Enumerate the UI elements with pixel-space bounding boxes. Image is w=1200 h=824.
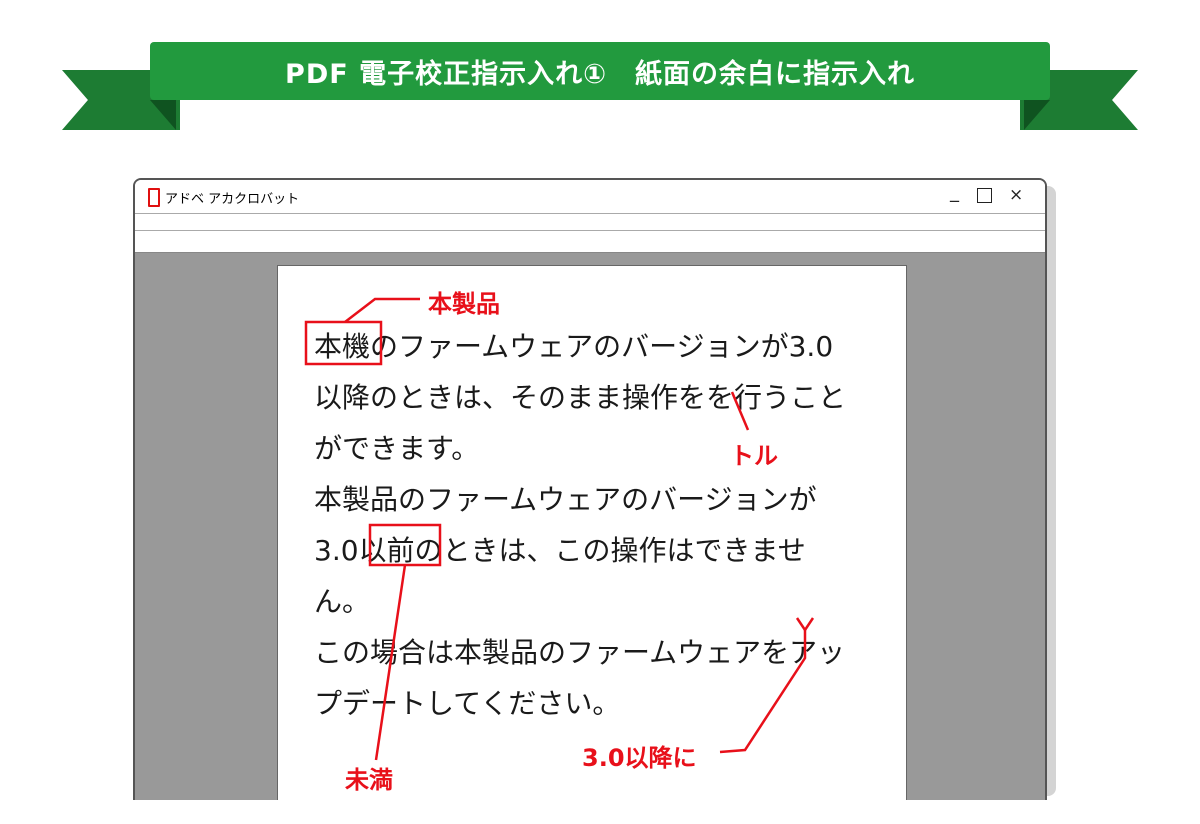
banner-title: PDF 電子校正指示入れ① 紙面の余白に指示入れ [150, 42, 1050, 100]
minimize-button[interactable]: _ [950, 182, 959, 203]
app-icon [148, 188, 160, 207]
annotation-label-replace-1: 本製品 [428, 290, 500, 318]
window-title: アドベ アカクロバット [165, 192, 300, 207]
doc-text-segment: のときは、この操作はできませ [414, 534, 806, 567]
marked-word-honki: 本機 [314, 330, 371, 363]
toolbar[interactable] [135, 231, 1045, 253]
maximize-button[interactable] [977, 188, 992, 203]
doc-text-segment: ができます。 [314, 432, 480, 465]
menu-bar[interactable] [135, 214, 1045, 231]
doc-line-5: 3.0以前のときは、この操作はできませ [314, 525, 884, 576]
doc-text-segment: のファームウェアのバージョンが3.0 [370, 330, 834, 363]
app-window: アドベ アカクロバット _ × 本機のファームウェアのバージョンが3.0 以降の… [133, 178, 1047, 800]
doc-line-7: この場合は本製品のファームウェアをアッ [314, 627, 884, 678]
doc-line-4: 本製品のファームウェアのバージョンが [314, 474, 884, 525]
doc-line-6: ん。 [314, 576, 884, 627]
doc-line-2: 以降のときは、そのまま操作をを行うこと [314, 372, 884, 423]
doc-line-8: プデートしてください。 [314, 678, 884, 729]
annotation-label-insert: 3.0以降に [582, 744, 697, 772]
pdf-page[interactable]: 本機のファームウェアのバージョンが3.0 以降のときは、そのまま操作をを行うこと… [277, 265, 907, 800]
document-viewport[interactable]: 本機のファームウェアのバージョンが3.0 以降のときは、そのまま操作をを行うこと… [135, 253, 1045, 800]
title-bar[interactable]: アドベ アカクロバット _ × [135, 180, 1045, 214]
doc-text-segment: この場合は本製品のファームウェアをアッ [314, 636, 846, 669]
annotation-label-replace-2: 未満 [345, 766, 393, 794]
doc-text-segment: プデートしてください。 [314, 687, 621, 720]
doc-text-segment: 本製品のファームウェアのバージョンが [314, 483, 817, 516]
document-body: 本機のファームウェアのバージョンが3.0 以降のときは、そのまま操作をを行うこと… [314, 321, 884, 729]
doc-text-segment: 以降のときは、そのまま操作をを行うこと [314, 381, 847, 414]
annotation-label-delete: トル [730, 442, 778, 470]
doc-line-1: 本機のファームウェアのバージョンが3.0 [314, 321, 884, 372]
doc-text-segment: ん。 [314, 585, 371, 618]
doc-line-3: ができます。 [314, 423, 884, 474]
close-button[interactable]: × [1009, 185, 1023, 205]
marked-word-izen: 以前 [358, 534, 415, 567]
doc-text-segment: 3.0 [314, 534, 359, 567]
